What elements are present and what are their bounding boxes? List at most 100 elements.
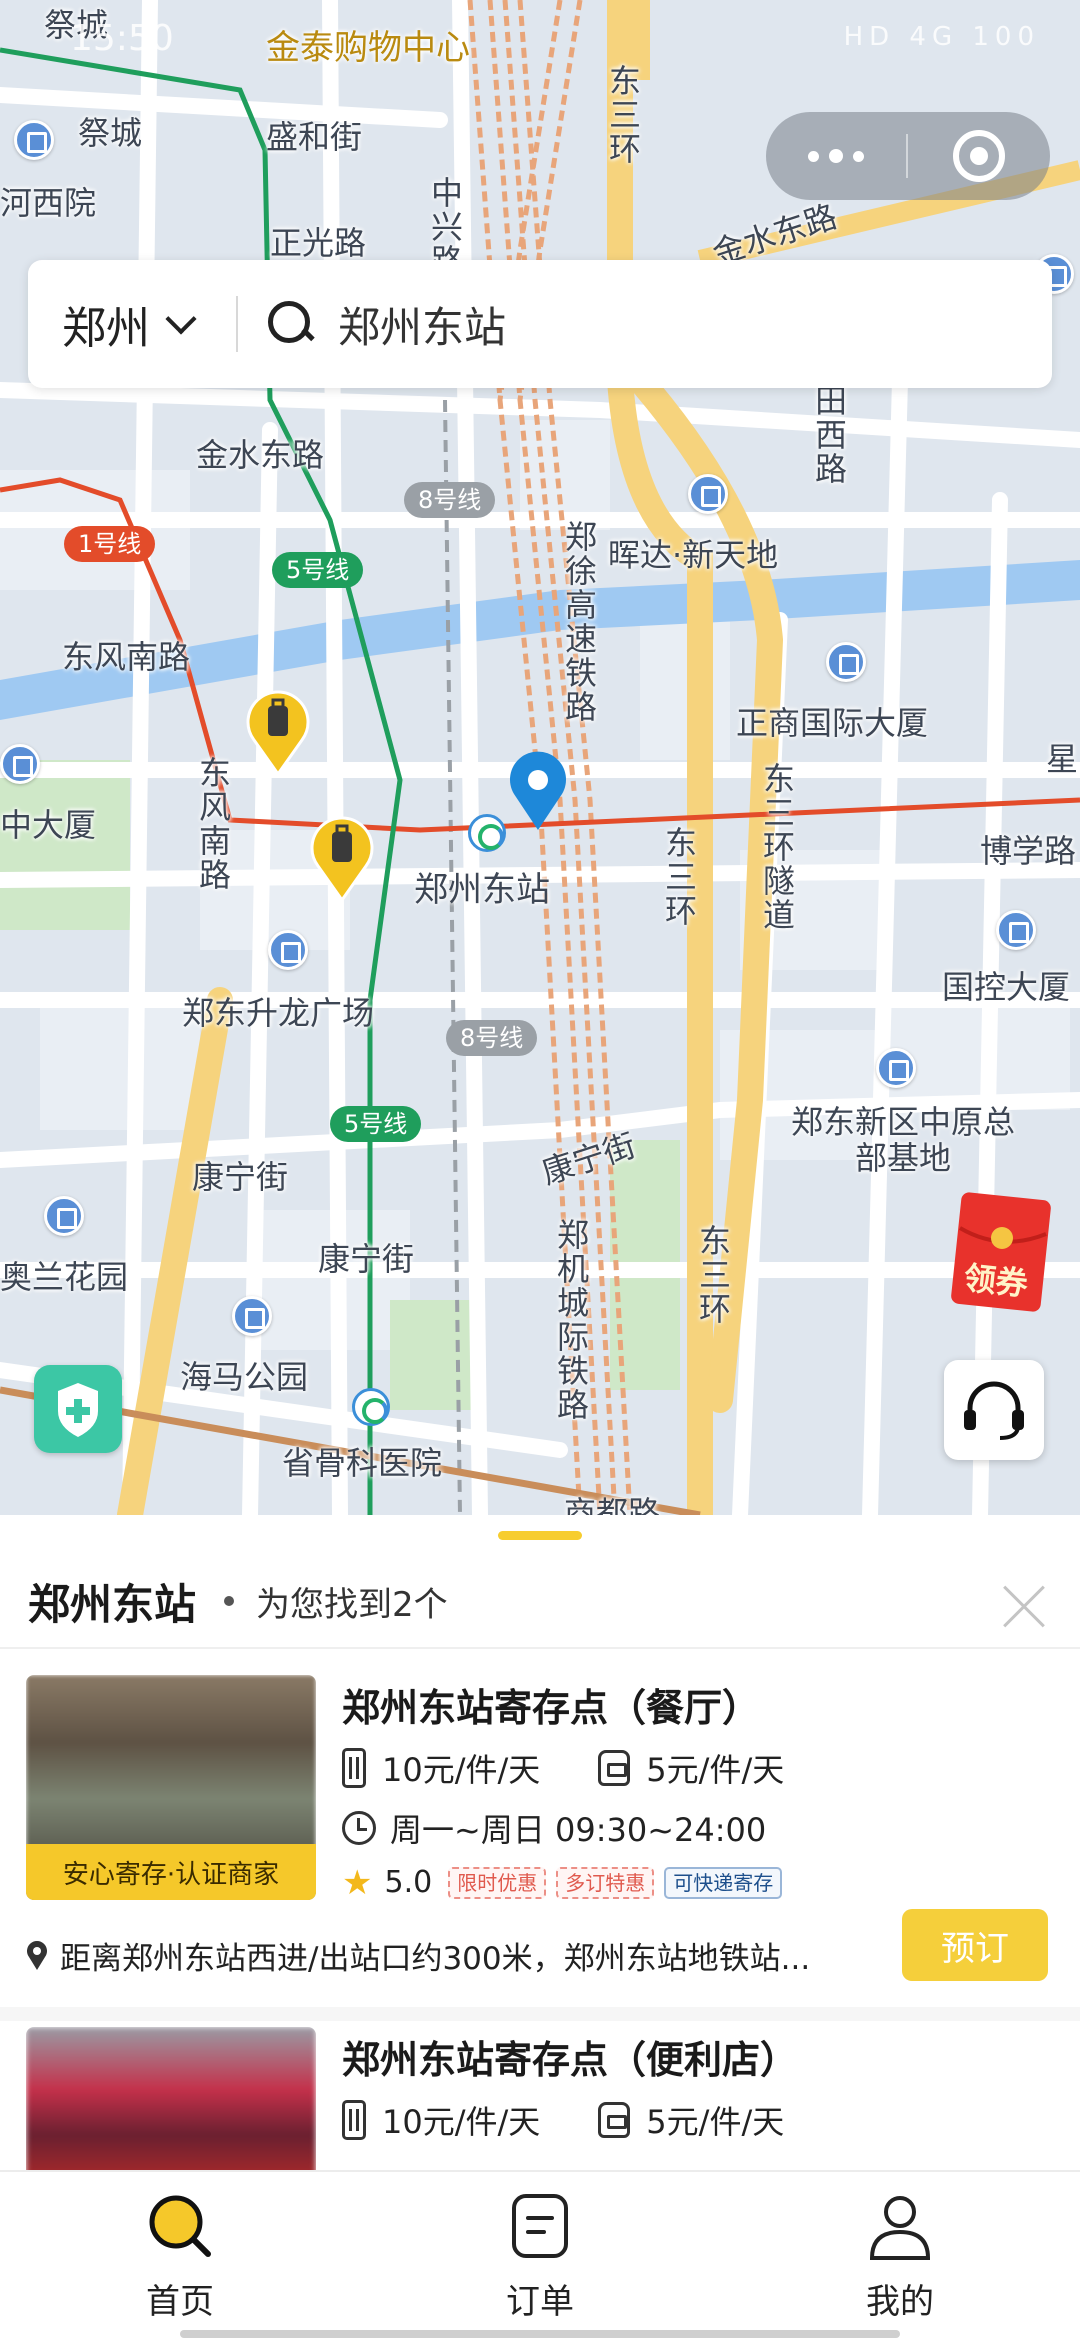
map-label: 国控大厦 [942, 968, 1071, 1006]
map-label: 正商国际大厦 [736, 704, 929, 742]
map-label: 田西路 [810, 384, 848, 486]
listing-photo [26, 2027, 316, 2170]
map-label: 郑东升龙广场 [182, 994, 375, 1032]
sheet-drag-handle[interactable] [498, 1531, 582, 1540]
service-tag: 可快递寄存 [664, 1866, 783, 1899]
search-bar: 郑州 郑州东站 [28, 260, 1052, 388]
poi-building-icon [232, 1296, 272, 1336]
app-screen: 祭城 金泰购物中心 盛和街 东三环 祭城 河西院 正光路 中兴路 金水东路 金水… [0, 0, 1080, 2340]
backpack-icon [598, 1750, 631, 1786]
map-label: 金水东路 [196, 436, 325, 474]
shield-plus-icon [58, 1383, 98, 1437]
poi-building-icon [268, 930, 308, 970]
address-row: 距离郑州东站西进/出站口约300米，郑州东站地铁站... [26, 1933, 876, 1978]
results-summary: 为您找到2个 [256, 1584, 448, 1625]
listing-card[interactable]: 安心寄存·认证商家 郑州东站寄存点（餐厅） 10元/件/天 5元/件/天 周一~… [0, 1675, 1080, 2021]
rating-row: ★ 5.0 限时优惠 多订特惠 可快递寄存 [342, 1865, 792, 1900]
map-label: 郑机城际铁路 [552, 1218, 590, 1422]
map-label: 东风南路 [62, 638, 191, 676]
poi-building-icon [688, 474, 728, 514]
map-label: 中大厦 [0, 806, 97, 844]
status-time: 15:50 [70, 18, 174, 59]
tab-label: 首页 [146, 2282, 214, 2322]
map-label: 康宁街 [318, 1240, 415, 1278]
suitcase-icon [342, 1748, 366, 1788]
listing-name: 郑州东站寄存点（餐厅） [342, 1686, 761, 1730]
metro-line-5-badge: 5号线 [330, 1106, 422, 1142]
price-bag: 5元/件/天 [646, 1751, 785, 1789]
customer-service-button[interactable] [944, 1360, 1044, 1460]
tab-home[interactable]: 首页 [80, 2190, 280, 2330]
metro-line-1-badge: 1号线 [64, 526, 156, 562]
poi-building-icon [44, 1196, 84, 1236]
map-label: 博学路 [980, 832, 1077, 870]
metro-line-8-badge: 8号线 [404, 482, 496, 518]
metro-station-icon [352, 1388, 390, 1426]
profile-icon [869, 2196, 931, 2260]
poi-building-icon [876, 1048, 916, 1088]
tab-orders[interactable]: 订单 [440, 2190, 640, 2330]
promo-tag: 多订特惠 [556, 1866, 655, 1899]
map-label: 正光路 [270, 224, 367, 262]
poi-building-icon [996, 910, 1036, 950]
order-icon [512, 2194, 568, 2258]
price-luggage: 10元/件/天 [382, 1751, 541, 1789]
safety-shield-button[interactable] [34, 1365, 122, 1453]
price-luggage: 10元/件/天 [382, 2103, 541, 2141]
poi-building-icon [14, 120, 54, 160]
luggage-point-pin[interactable] [246, 688, 310, 776]
chevron-down-icon [165, 303, 197, 335]
more-menu-button[interactable] [766, 112, 906, 200]
map-label: 东风南路 [194, 756, 232, 892]
hours-row: 周一~周日 09:30~24:00 [342, 1805, 766, 1851]
close-icon[interactable] [1002, 1585, 1046, 1629]
star-icon: ★ [342, 1862, 373, 1903]
listing-address: 距离郑州东站西进/出站口约300米，郑州东站地铁站... [60, 1941, 811, 1977]
miniprogram-capsule [766, 112, 1050, 200]
headset-icon [964, 1381, 1024, 1440]
close-miniprogram-button[interactable] [908, 130, 1050, 182]
bottom-tab-bar: 首页 订单 我的 [0, 2170, 1080, 2340]
map-label: 康宁街 [192, 1158, 289, 1196]
luggage-point-pin[interactable] [310, 814, 374, 902]
promo-tag: 限时优惠 [448, 1866, 547, 1899]
station-label: 郑州东站 [414, 870, 550, 910]
listing-card[interactable]: 郑州东站寄存点（便利店） 10元/件/天 5元/件/天 [0, 2027, 1080, 2170]
coupon-button[interactable]: 领券 [946, 1188, 1056, 1316]
status-indicators: HD 4G 100 [843, 22, 1040, 52]
map-label: 河西院 [0, 184, 97, 222]
results-location: 郑州东站 [28, 1579, 197, 1629]
location-pin-icon [510, 751, 566, 830]
city-selector[interactable]: 郑州 [28, 292, 236, 356]
tab-label: 订单 [506, 2282, 574, 2322]
poi-building-icon [826, 642, 866, 682]
tab-profile[interactable]: 我的 [800, 2190, 1000, 2330]
target-icon [953, 130, 1005, 182]
map-pin-icon [27, 1940, 47, 1970]
map-label: 祭城 [78, 114, 143, 152]
search-input[interactable]: 郑州东站 [338, 294, 506, 355]
clock-icon [342, 1811, 376, 1845]
map-label: 晖达·新天地 [608, 536, 779, 574]
listing-name: 郑州东站寄存点（便利店） [342, 2038, 799, 2082]
map-label: 东三环 [660, 826, 698, 928]
map-label: 盛和街 [266, 118, 363, 156]
map-view[interactable]: 祭城 金泰购物中心 盛和街 东三环 祭城 河西院 正光路 中兴路 金水东路 金水… [0, 0, 1080, 1515]
search-icon [149, 2195, 211, 2257]
city-name: 郑州 [62, 303, 150, 354]
map-label: 星 [1046, 740, 1079, 778]
book-button[interactable]: 预订 [902, 1909, 1048, 1981]
price-bag: 5元/件/天 [646, 2103, 785, 2141]
verified-badge: 安心寄存·认证商家 [26, 1844, 316, 1900]
tab-label: 我的 [866, 2282, 934, 2322]
metro-station-icon [468, 814, 506, 852]
map-label: 郑徐高速铁路 [560, 520, 598, 724]
price-row: 10元/件/天 5元/件/天 [342, 2097, 842, 2143]
map-label: 东三环隧道 [758, 762, 796, 932]
status-bar: 15:50 HD 4G 100 [0, 0, 1080, 80]
price-row: 10元/件/天 5元/件/天 [342, 1745, 842, 1791]
metro-line-8-badge: 8号线 [446, 1020, 538, 1056]
coupon-label: 领券 [961, 1258, 1030, 1304]
home-indicator [180, 2330, 900, 2338]
map-label: 郑东新区中原总部基地 [790, 1103, 1015, 1177]
